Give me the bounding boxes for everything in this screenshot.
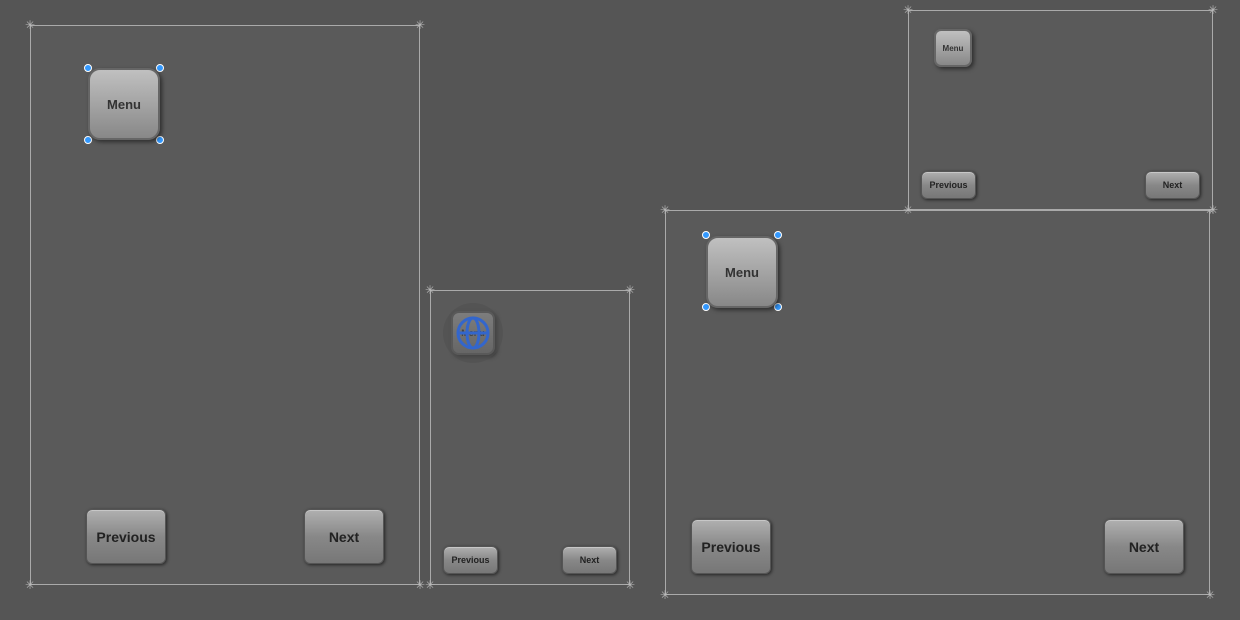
selection-handle-bl [84,136,92,144]
selection-handle-br [156,136,164,144]
corner-star-br-p3: ✳ [1203,588,1217,602]
corner-star-br-p2: ✳ [623,578,637,592]
corner-star-tl-p4: ✳ [901,3,915,17]
previous-button-p3[interactable]: Previous [691,519,771,574]
corner-star-bl-p2: ✳ [423,578,437,592]
menu-button-p1[interactable]: Menu [88,68,160,140]
menu-button-p4[interactable]: Menu [934,29,972,67]
selection-handle-tl-p3 [702,231,710,239]
corner-star-tr-p2: ✳ [623,283,637,297]
panel-1: ✳ ✳ ✳ ✳ Menu Previous Next [30,25,420,585]
corner-star-bl-p3: ✳ [658,588,672,602]
panel-2: ✳ ✳ ✳ ✳ Menu Previous Next [430,290,630,585]
corner-star-br-p4: ✳ [1206,203,1220,217]
selection-handle-tr-p3 [774,231,782,239]
corner-star-tr-p1: ✳ [413,18,427,32]
previous-button-p4[interactable]: Previous [921,171,976,199]
previous-button-p1[interactable]: Previous [86,509,166,564]
corner-star-tl-p1: ✳ [23,18,37,32]
corner-star-tr-p4: ✳ [1206,3,1220,17]
corner-star-tl-p2: ✳ [423,283,437,297]
menu-button-p2[interactable]: Menu [451,311,495,355]
corner-star-bl-p1: ✳ [23,578,37,592]
corner-star-tl-p3: ✳ [658,203,672,217]
next-button-p4[interactable]: Next [1145,171,1200,199]
next-button-p1[interactable]: Next [304,509,384,564]
menu-button-p3[interactable]: Menu [706,236,778,308]
corner-star-bl-p4: ✳ [901,203,915,217]
panel-4: ✳ ✳ ✳ ✳ Menu Previous Next [908,10,1213,210]
next-button-p2[interactable]: Next [562,546,617,574]
previous-button-p2[interactable]: Previous [443,546,498,574]
selection-handle-br-p3 [774,303,782,311]
selection-handle-tr [156,64,164,72]
next-button-p3[interactable]: Next [1104,519,1184,574]
panel-3: ✳ ✳ ✳ ✳ Menu Previous Next [665,210,1210,595]
